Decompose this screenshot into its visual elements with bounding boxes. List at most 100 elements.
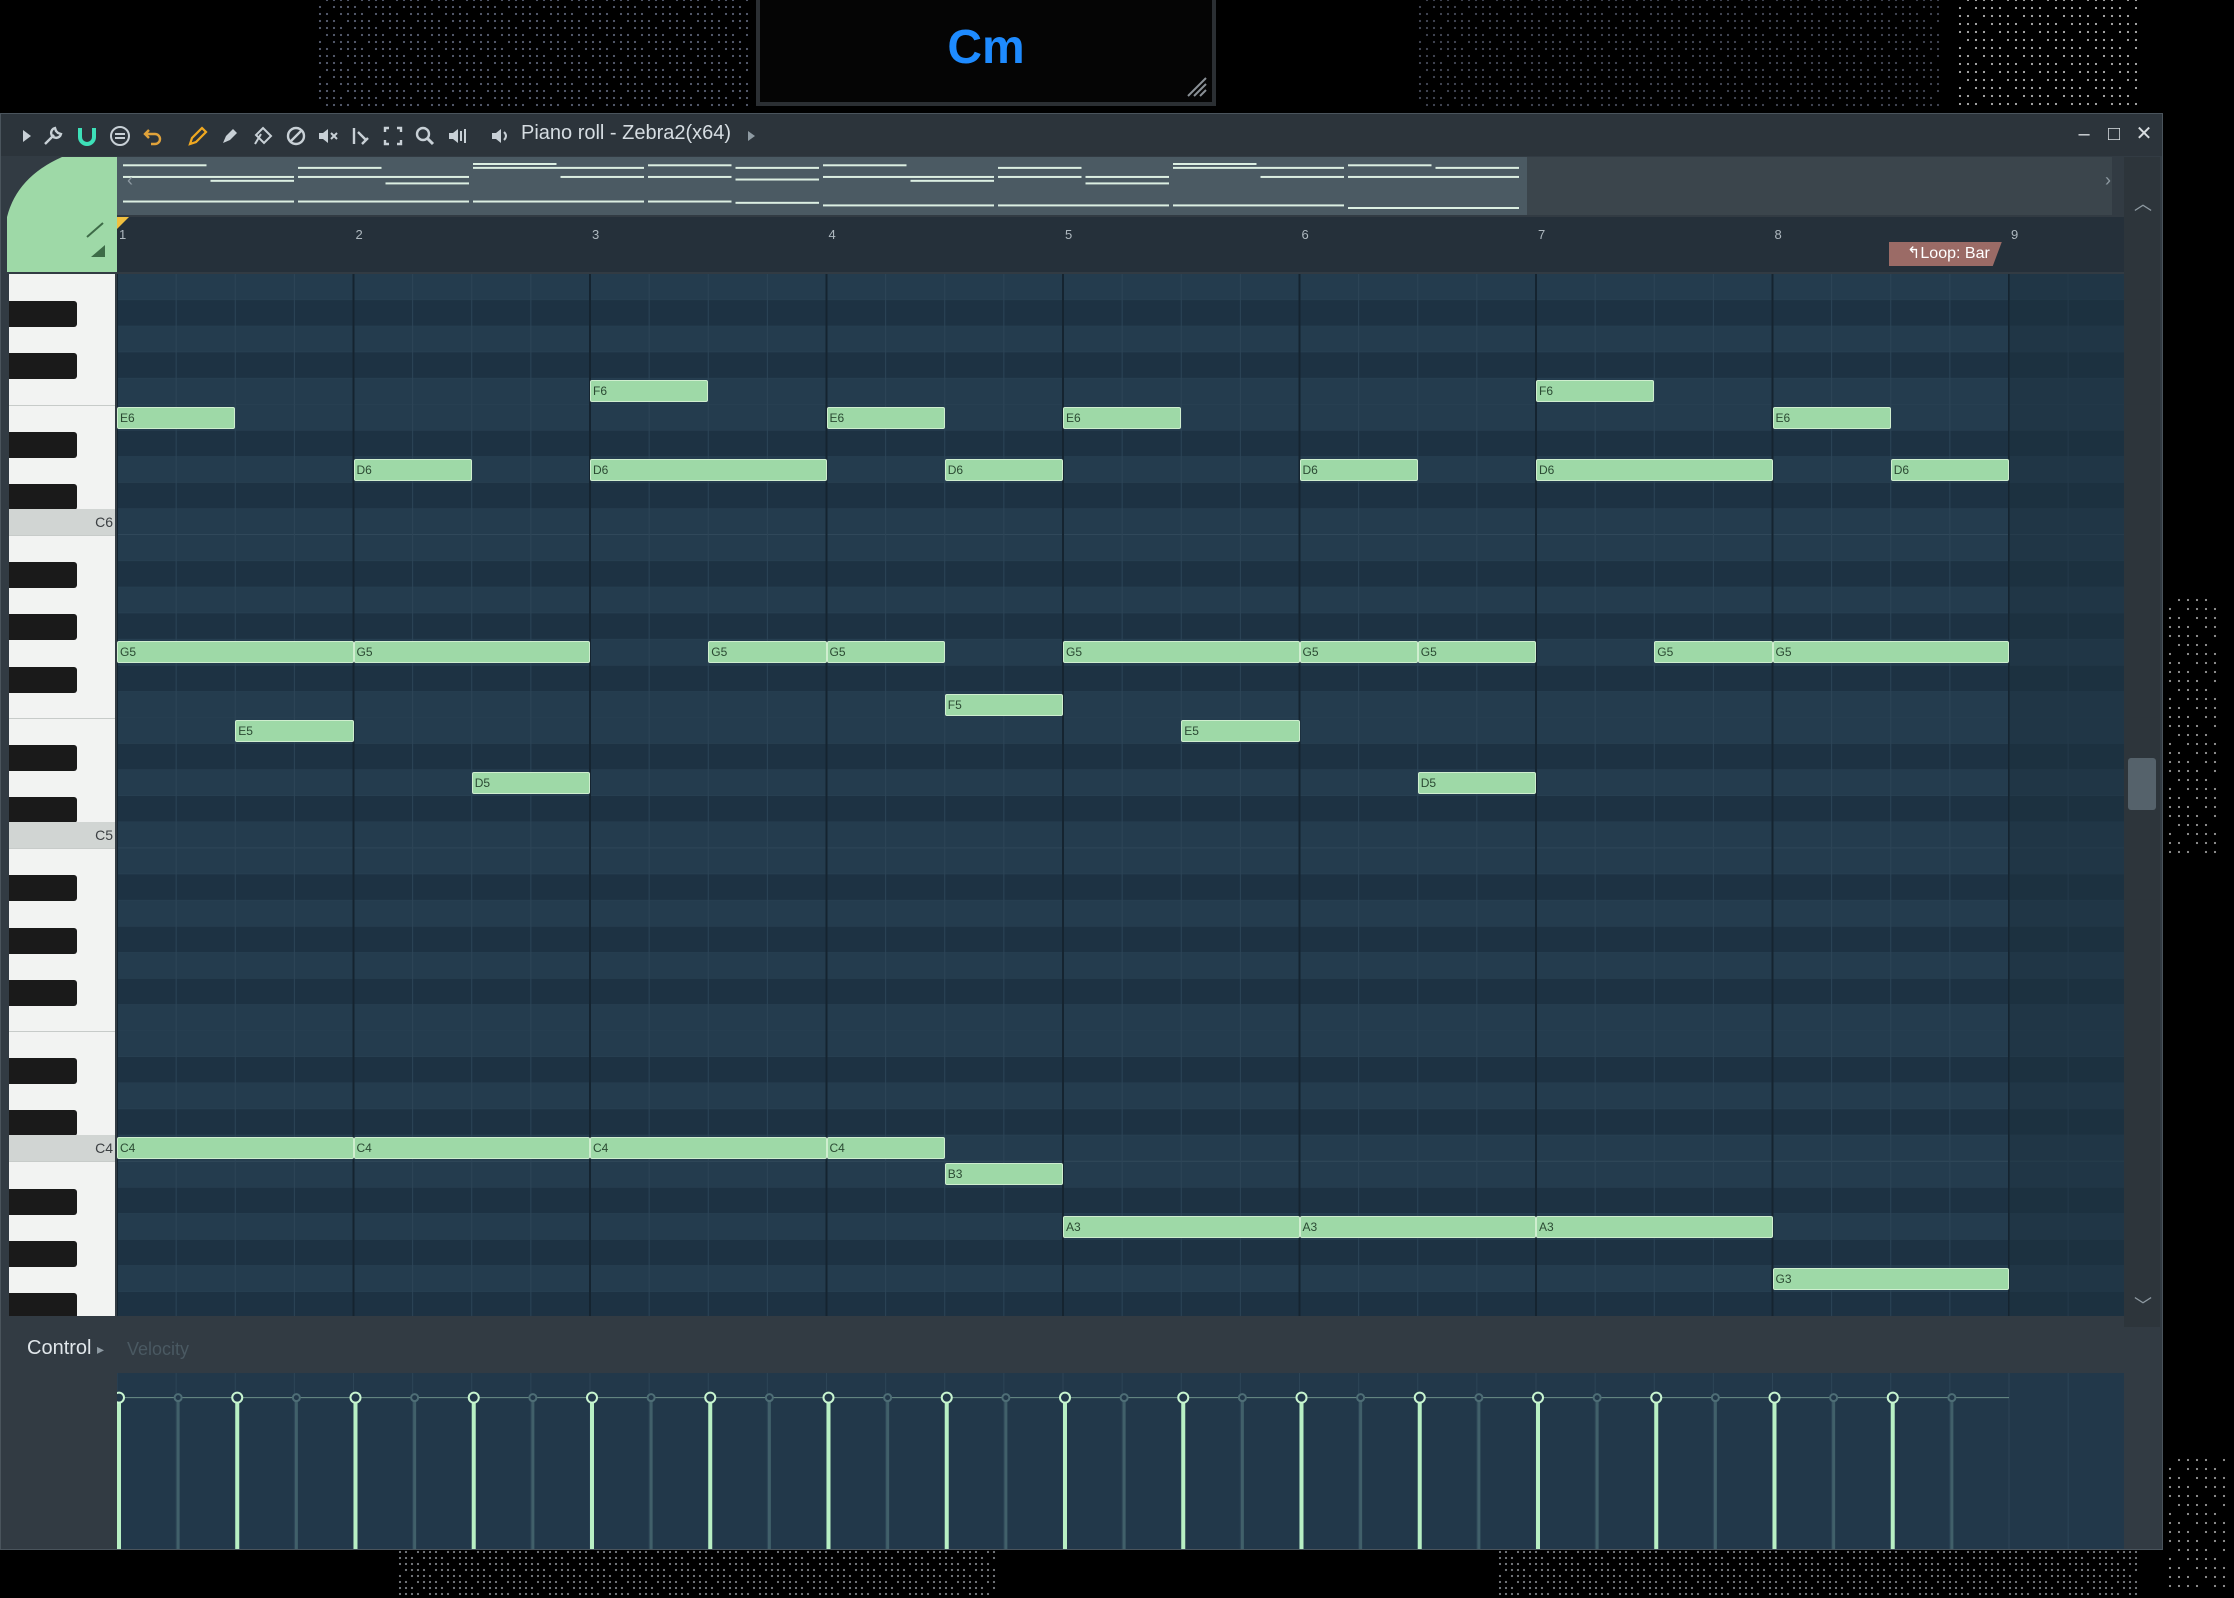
vertical-scroll-thumb[interactable] (2128, 758, 2156, 810)
scroll-down-icon[interactable]: ﹀ (2134, 1292, 2152, 1318)
note-label: E6 (120, 410, 135, 425)
minimize-button[interactable]: – (2071, 120, 2097, 148)
loop-marker[interactable]: ↰Loop: Bar (1889, 242, 2002, 266)
note[interactable]: E6 (117, 406, 236, 429)
control-dropdown[interactable]: Control ▸ (27, 1337, 104, 1360)
note[interactable]: D6 (944, 458, 1063, 481)
maximize-button[interactable]: □ (2101, 120, 2127, 148)
zoom-icon[interactable] (413, 124, 437, 148)
magnet-icon[interactable] (75, 124, 99, 148)
note[interactable]: G5 (1654, 641, 1773, 664)
note[interactable]: F5 (944, 693, 1063, 716)
note-label: G5 (120, 645, 137, 660)
note[interactable]: E6 (1772, 406, 1891, 429)
keyboard-corner[interactable] (7, 157, 117, 272)
note[interactable]: E6 (1063, 406, 1182, 429)
scroll-up-icon[interactable]: ︿ (2134, 190, 2152, 216)
note[interactable]: E6 (826, 406, 945, 429)
note[interactable]: A3 (1299, 1215, 1536, 1238)
black-key[interactable] (9, 1188, 77, 1215)
playback-icon[interactable] (446, 124, 470, 148)
note[interactable]: G5 (1063, 641, 1300, 664)
black-key[interactable] (9, 562, 77, 589)
note[interactable]: C4 (590, 1137, 827, 1160)
snap-icon[interactable] (108, 124, 132, 148)
note-label: C4 (120, 1141, 136, 1156)
note[interactable]: A3 (1063, 1215, 1300, 1238)
black-key[interactable] (9, 431, 77, 458)
paint-icon[interactable] (218, 124, 242, 148)
note[interactable]: F6 (590, 380, 709, 403)
note[interactable]: C4 (353, 1137, 590, 1160)
note[interactable]: C4 (117, 1137, 354, 1160)
note[interactable]: G5 (117, 641, 354, 664)
note[interactable]: D6 (1890, 458, 2009, 481)
note-grid[interactable]: F6 F6 E6 E6 E6 E6 D6 D6 D6 D6 D6 D6 G5 G5 G5 G5 G5 G5 G5 G5… (117, 274, 2124, 1316)
speaker-icon[interactable] (489, 124, 513, 148)
black-key[interactable] (9, 875, 77, 902)
note[interactable]: D5 (1417, 771, 1536, 794)
black-key[interactable] (9, 744, 77, 771)
note[interactable]: B3 (944, 1163, 1063, 1186)
black-key[interactable] (9, 301, 77, 328)
chord-display: Cm (756, 0, 1216, 106)
slice-icon[interactable] (348, 124, 372, 148)
note[interactable]: F6 (1536, 380, 1655, 403)
note[interactable]: G5 (353, 641, 590, 664)
scroll-right-icon[interactable]: › (2105, 170, 2111, 191)
overview-notes (123, 163, 1519, 209)
black-key[interactable] (9, 666, 77, 693)
note[interactable]: G5 (1417, 641, 1536, 664)
black-key[interactable] (9, 979, 77, 1006)
mute-icon[interactable] (316, 124, 340, 148)
piano-keyboard[interactable]: C6 C5 C4 (9, 274, 115, 1316)
timeline-ruler[interactable]: 1 2 3 4 5 6 7 8 9 (117, 217, 2124, 272)
pencil-icon[interactable] (186, 124, 210, 148)
black-key[interactable] (9, 927, 77, 954)
note[interactable]: G5 (1299, 641, 1418, 664)
note[interactable]: D5 (471, 771, 590, 794)
delete-icon[interactable] (284, 124, 308, 148)
black-key[interactable] (9, 353, 77, 380)
note-label: A3 (1539, 1219, 1554, 1234)
black-key[interactable] (9, 1292, 77, 1316)
note-label: B3 (947, 1167, 963, 1182)
black-key[interactable] (9, 1110, 77, 1137)
note-label: E5 (238, 723, 253, 738)
bar-number: 1 (119, 227, 127, 242)
note[interactable]: G5 (1772, 641, 2009, 664)
select-icon[interactable] (381, 124, 405, 148)
overview-strip[interactable] (117, 157, 1527, 215)
note[interactable]: A3 (1536, 1215, 1773, 1238)
note[interactable]: D6 (1299, 458, 1418, 481)
note[interactable]: E5 (235, 719, 354, 742)
note[interactable]: D6 (353, 458, 472, 481)
chevron-right-icon[interactable] (745, 124, 759, 148)
note[interactable]: G3 (1772, 1267, 2009, 1290)
black-key[interactable] (9, 1240, 77, 1267)
title-bar[interactable]: Piano roll - Zebra2(x64) – □ ✕ (1, 114, 2162, 156)
note[interactable]: G5 (708, 641, 827, 664)
key-divider (9, 535, 115, 536)
note-label: E6 (1775, 410, 1791, 425)
event-control-panel: Control ▸ Velocity (1, 1327, 2162, 1549)
note[interactable]: D6 (590, 458, 827, 481)
resize-grip-icon[interactable] (1184, 74, 1208, 98)
note[interactable]: G5 (826, 641, 945, 664)
wrench-icon[interactable] (41, 124, 65, 148)
black-key[interactable] (9, 614, 77, 641)
note[interactable]: C4 (826, 1137, 945, 1160)
close-button[interactable]: ✕ (2131, 120, 2157, 148)
black-key[interactable] (9, 1058, 77, 1084)
note[interactable]: D6 (1536, 458, 1773, 481)
undo-icon[interactable] (141, 124, 165, 148)
black-key[interactable] (9, 797, 77, 823)
window-title: Piano roll - Zebra2(x64) (521, 122, 732, 144)
note[interactable]: E5 (1181, 719, 1300, 742)
velocity-lane[interactable] (113, 1373, 2128, 1549)
note-label: D6 (356, 462, 372, 477)
play-arrow-icon[interactable] (15, 124, 39, 148)
erase-icon[interactable] (251, 124, 275, 148)
scroll-left-icon[interactable]: ‹ (127, 170, 133, 191)
black-key[interactable] (9, 483, 77, 510)
